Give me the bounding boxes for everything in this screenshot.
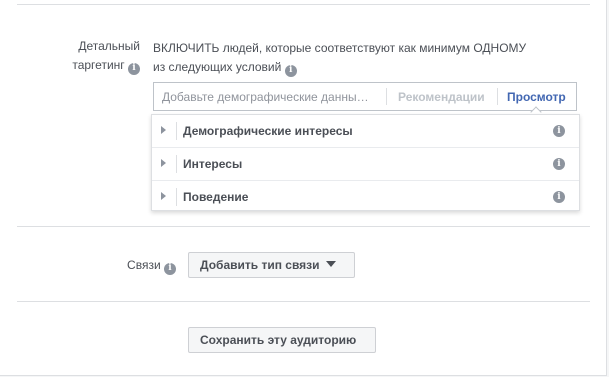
info-icon[interactable]: i [553, 125, 565, 137]
info-icon[interactable]: i [553, 191, 565, 203]
category-interests[interactable]: Интересы i [152, 148, 579, 181]
add-connection-type-label: Добавить тип связи [200, 258, 320, 272]
connections-label-text: Связи [127, 258, 161, 272]
info-icon[interactable]: i [164, 262, 176, 275]
divider [176, 122, 177, 140]
divider [497, 88, 498, 105]
caret-right-icon[interactable] [161, 159, 166, 167]
detailed-targeting-label-line2: таргетинг [72, 58, 125, 72]
save-audience-button[interactable]: Сохранить эту аудиторию [188, 327, 376, 353]
info-icon[interactable]: i [284, 64, 297, 77]
category-behaviors[interactable]: Поведение i [152, 181, 579, 213]
suggestions-button[interactable]: Рекомендации [398, 90, 485, 104]
caret-right-icon[interactable] [161, 126, 166, 134]
search-input[interactable]: Добавьте демографические данны… [162, 90, 369, 104]
add-connection-type-button[interactable]: Добавить тип связи [188, 252, 355, 278]
targeting-description: ВКЛЮЧИТЬ людей, которые соответствуют ка… [153, 39, 583, 77]
browse-dropdown: Демографические интересы i Интересы i По… [151, 114, 580, 211]
category-demographics[interactable]: Демографические интересы i [152, 115, 579, 148]
detailed-targeting-search[interactable]: Добавьте демографические данны… Рекоменд… [153, 82, 577, 118]
description-line2: из следующих условий [153, 60, 282, 74]
detailed-targeting-label: Детальный таргетинг i [40, 37, 140, 75]
connections-label: Связи i [120, 256, 176, 275]
category-label[interactable]: Поведение [183, 190, 248, 204]
section-divider [17, 4, 590, 5]
category-label[interactable]: Демографические интересы [183, 124, 353, 138]
category-label[interactable]: Интересы [183, 157, 242, 171]
info-icon[interactable]: i [553, 158, 565, 170]
divider [176, 188, 177, 206]
section-divider [17, 226, 590, 227]
info-icon[interactable]: i [128, 62, 140, 75]
caret-right-icon[interactable] [161, 192, 166, 200]
caret-down-icon [325, 261, 336, 267]
detailed-targeting-label-line1: Детальный [78, 39, 140, 53]
divider [176, 155, 177, 173]
browse-button[interactable]: Просмотр [507, 90, 566, 104]
section-divider [17, 301, 590, 302]
save-audience-label: Сохранить эту аудиторию [200, 333, 357, 347]
divider [386, 88, 387, 105]
description-line1: ВКЛЮЧИТЬ людей, которые соответствуют ка… [153, 41, 527, 55]
targeting-panel: Детальный таргетинг i ВКЛЮЧИТЬ людей, ко… [0, 0, 607, 376]
